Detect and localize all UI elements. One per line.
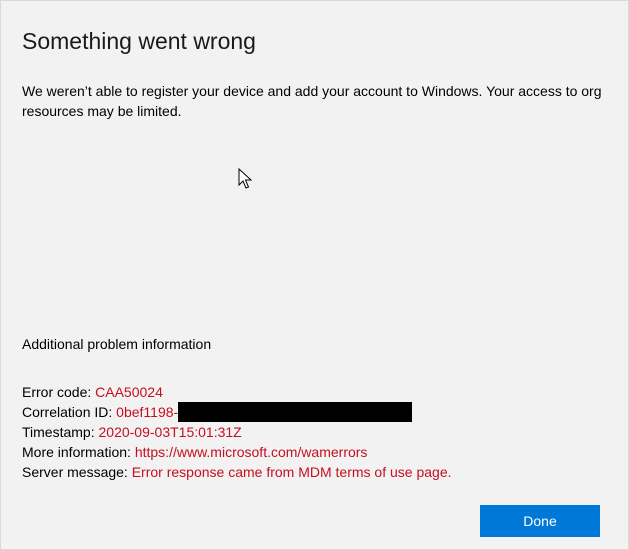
redaction-bar	[178, 402, 413, 422]
error-code-row: Error code: CAA50024	[22, 382, 452, 402]
error-dialog: Something went wrong We weren’t able to …	[0, 0, 629, 550]
server-message-row: Server message: Error response came from…	[22, 462, 452, 482]
additional-info-heading: Additional problem information	[22, 336, 212, 352]
more-information-label: More information:	[22, 444, 135, 460]
server-message-value: Error response came from MDM terms of us…	[131, 464, 452, 480]
error-code-value: CAA50024	[95, 384, 163, 400]
dialog-message: We weren’t able to register your device …	[22, 83, 602, 119]
problem-info-list: Error code: CAA50024 Correlation ID: 0be…	[22, 382, 452, 482]
mouse-pointer-icon	[238, 168, 252, 189]
server-message-label: Server message:	[22, 464, 132, 480]
timestamp-row: Timestamp: 2020-09-03T15:01:31Z	[22, 422, 452, 442]
done-button[interactable]: Done	[480, 505, 600, 537]
timestamp-label: Timestamp:	[22, 424, 99, 440]
correlation-id-value: 0bef1198-	[116, 404, 179, 420]
more-information-row: More information: https://www.microsoft.…	[22, 442, 452, 462]
correlation-id-label: Correlation ID:	[22, 404, 117, 420]
error-code-label: Error code:	[22, 384, 96, 400]
timestamp-value: 2020-09-03T15:01:31Z	[98, 424, 242, 440]
dialog-title: Something went wrong	[22, 28, 256, 54]
correlation-id-row: Correlation ID: 0bef1198-	[22, 402, 452, 422]
more-information-link[interactable]: https://www.microsoft.com/wamerrors	[135, 444, 368, 460]
